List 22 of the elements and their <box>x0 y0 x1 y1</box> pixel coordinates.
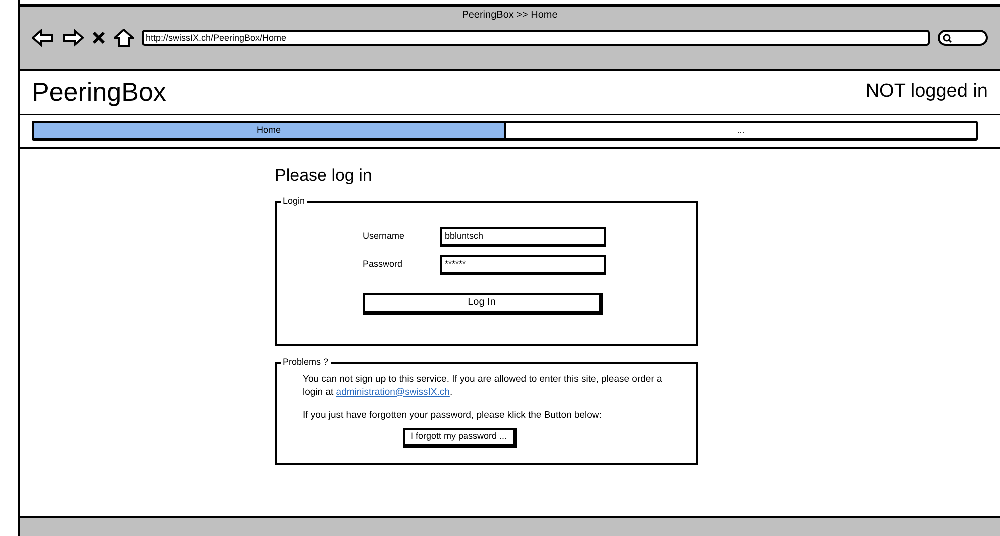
address-field[interactable]: http://swissIX.ch/PeeringBox/Home <box>142 30 930 46</box>
nav-tab[interactable]: Home <box>34 123 506 138</box>
input-field[interactable]: bbluntsch <box>440 226 606 246</box>
forgot-password-hint: If you just have forgotten your password, please klick the Button below: <box>303 408 603 422</box>
forgot-password-button[interactable]: I forgott my password ... <box>403 428 518 448</box>
search-field[interactable] <box>938 30 988 46</box>
email-link[interactable]: administration@swissIX.ch <box>336 386 450 398</box>
signup-notice: You can not sign up to this service. If you are allowed to enter this site, please order a login at administration@swissIX.ch. <box>303 372 664 398</box>
field-label: Password <box>363 258 404 271</box>
page-heading: Please log in <box>275 165 374 187</box>
window-title: PeeringBox >> Home <box>462 9 558 23</box>
login-status: NOT logged in <box>866 80 988 104</box>
home-icon[interactable] <box>114 29 134 47</box>
back-arrow-icon[interactable] <box>32 29 54 47</box>
field-label: Username <box>363 230 406 243</box>
search-icon <box>943 34 952 42</box>
forward-arrow-icon[interactable] <box>62 29 84 47</box>
login-button[interactable]: Log In <box>363 292 603 314</box>
site-logo: PeeringBox <box>32 76 166 109</box>
group-legend: Login <box>281 194 308 208</box>
input-field[interactable]: ****** <box>440 254 606 274</box>
close-icon[interactable] <box>92 31 106 45</box>
